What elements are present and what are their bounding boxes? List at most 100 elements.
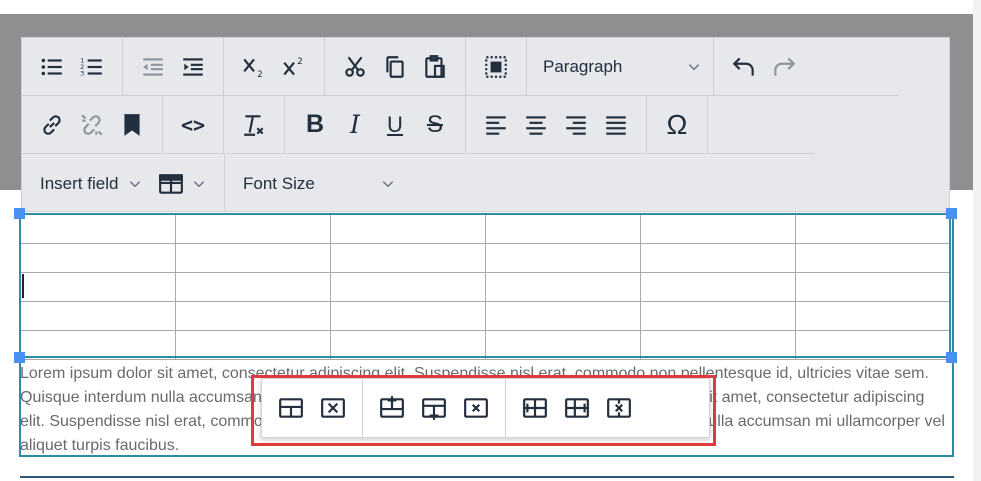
resize-handle-top-left[interactable] xyxy=(14,208,25,219)
cut-button[interactable] xyxy=(335,47,375,87)
bullet-list-button[interactable] xyxy=(32,47,72,87)
copy-button[interactable] xyxy=(375,47,415,87)
table-cell[interactable] xyxy=(175,243,331,273)
table-cell[interactable] xyxy=(175,330,331,360)
table-cell[interactable] xyxy=(20,243,176,273)
code-icon: <> xyxy=(180,112,206,137)
subscript-button[interactable]: 2 xyxy=(234,47,274,87)
redo-button[interactable] xyxy=(764,47,804,87)
table-cell[interactable] xyxy=(20,301,176,331)
align-right-button[interactable] xyxy=(556,105,596,145)
bookmark-icon xyxy=(124,113,140,136)
bookmark-button[interactable] xyxy=(112,105,152,145)
superscript-button[interactable]: 2 xyxy=(274,47,314,87)
unlink-button[interactable] xyxy=(72,105,112,145)
table-cell[interactable] xyxy=(20,214,176,244)
insert-field-select[interactable]: Insert field xyxy=(30,174,152,194)
font-size-group: Font Size xyxy=(225,155,407,212)
resize-handle-top-right[interactable] xyxy=(946,208,957,219)
underline-button[interactable]: U xyxy=(375,105,415,145)
outdent-button[interactable] xyxy=(133,47,173,87)
clear-format-button[interactable] xyxy=(234,105,274,145)
table-insert-select[interactable] xyxy=(152,171,210,197)
table-cell[interactable] xyxy=(795,272,951,302)
link-button[interactable] xyxy=(32,105,72,145)
strikethrough-button[interactable]: S xyxy=(415,105,455,145)
table-row xyxy=(20,272,951,302)
table-cell[interactable] xyxy=(485,272,641,302)
select-all-icon xyxy=(485,55,507,78)
link-icon xyxy=(43,114,61,135)
special-char-button[interactable]: Ω xyxy=(657,105,697,145)
toolbar-row-2: <> B I U S Ω xyxy=(22,96,815,154)
align-center-button[interactable] xyxy=(516,105,556,145)
table-cell[interactable] xyxy=(485,243,641,273)
table-cell[interactable] xyxy=(175,214,331,244)
table-cell[interactable] xyxy=(795,243,951,273)
paragraph-select-group: Paragraph xyxy=(527,38,714,95)
highlight-annotation xyxy=(251,375,716,446)
select-group xyxy=(466,38,527,95)
table-cell[interactable] xyxy=(175,301,331,331)
code-group: <> xyxy=(163,96,224,153)
table-cell[interactable] xyxy=(485,330,641,360)
bullet-list-icon xyxy=(41,58,62,75)
align-right-icon xyxy=(566,115,586,135)
table-cell[interactable] xyxy=(330,243,486,273)
font-size-label: Font Size xyxy=(243,173,315,193)
indent-icon xyxy=(183,57,203,76)
table-cell[interactable] xyxy=(485,301,641,331)
bold-button[interactable]: B xyxy=(295,105,335,145)
link-group xyxy=(22,96,163,153)
list-group: 123 xyxy=(22,38,123,95)
toolbar-row-3: Insert field Font Size xyxy=(22,155,949,212)
align-left-icon xyxy=(486,115,506,135)
paragraph-select-label: Paragraph xyxy=(543,56,623,76)
table-cell[interactable] xyxy=(20,330,176,360)
justify-button[interactable] xyxy=(596,105,636,145)
content-table[interactable] xyxy=(20,214,951,360)
indent-button[interactable] xyxy=(173,47,213,87)
table-cell[interactable] xyxy=(175,272,331,302)
table-cell[interactable] xyxy=(640,214,796,244)
special-char-icon: Ω xyxy=(666,108,688,140)
align-left-button[interactable] xyxy=(476,105,516,145)
strikethrough-icon: S xyxy=(426,110,443,138)
resize-handle-bottom-right[interactable] xyxy=(946,352,957,363)
indent-group xyxy=(123,38,224,95)
table-cell[interactable] xyxy=(330,214,486,244)
table-row xyxy=(20,330,951,360)
numbered-list-button[interactable]: 123 xyxy=(72,47,112,87)
table-cell[interactable] xyxy=(640,272,796,302)
table-cell[interactable] xyxy=(330,272,486,302)
scrollbar-track[interactable] xyxy=(973,0,981,481)
select-all-button[interactable] xyxy=(476,47,516,87)
align-group xyxy=(466,96,647,153)
table-cell[interactable] xyxy=(640,330,796,360)
table-row xyxy=(20,243,951,273)
cut-icon xyxy=(345,56,365,77)
undo-icon xyxy=(732,57,754,76)
table-cell[interactable] xyxy=(795,301,951,331)
clear-format-group xyxy=(224,96,285,153)
table-cell[interactable] xyxy=(485,214,641,244)
code-button[interactable]: <> xyxy=(173,105,213,145)
table-cell[interactable] xyxy=(330,330,486,360)
subscript-icon: 2 xyxy=(243,58,263,79)
paste-button[interactable] xyxy=(415,47,455,87)
table-cell[interactable] xyxy=(640,243,796,273)
undo-button[interactable] xyxy=(724,47,764,87)
italic-button[interactable]: I xyxy=(335,105,375,145)
font-size-select[interactable]: Font Size xyxy=(225,155,407,212)
table-row xyxy=(20,301,951,331)
copy-icon xyxy=(386,55,404,78)
table-cell[interactable] xyxy=(795,214,951,244)
table-cell[interactable] xyxy=(20,272,176,302)
table-cell[interactable] xyxy=(330,301,486,331)
table-cell[interactable] xyxy=(795,330,951,360)
history-group xyxy=(714,38,814,95)
table-cell[interactable] xyxy=(640,301,796,331)
script-group: 2 2 xyxy=(224,38,325,95)
paragraph-select[interactable]: Paragraph xyxy=(527,38,713,95)
italic-icon: I xyxy=(350,110,360,139)
